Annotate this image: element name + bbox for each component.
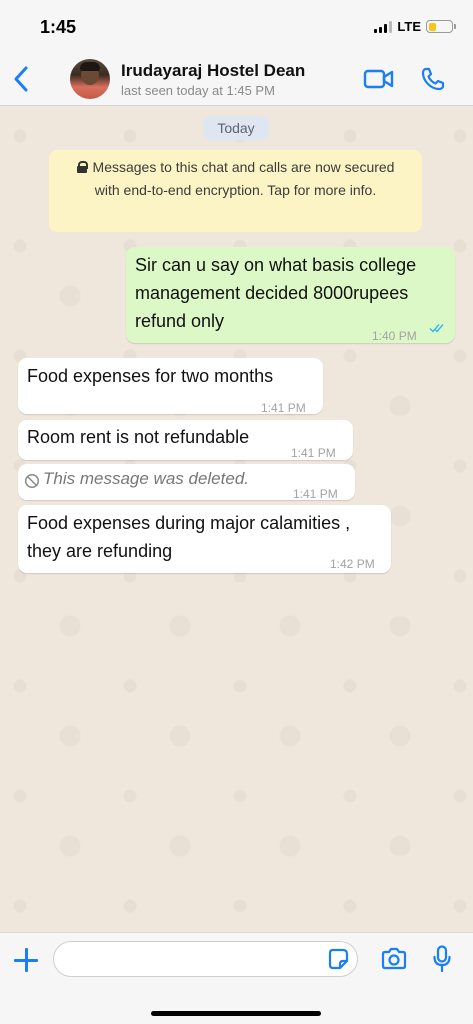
status-bar: 1:45 LTE [0, 0, 473, 52]
encryption-notice[interactable]: Messages to this chat and calls are now … [49, 150, 422, 232]
contact-avatar[interactable] [70, 59, 110, 99]
message-bubble-incoming[interactable]: Room rent is not refundable 1:41 PM [18, 420, 353, 460]
message-bubble-incoming[interactable]: Food expenses for two months 1:41 PM [18, 358, 323, 415]
message-time: 1:41 PM [261, 401, 306, 415]
status-time: 1:45 [40, 17, 77, 37]
chat-header: Irudayaraj Hostel Dean last seen today a… [0, 52, 473, 106]
message-text: Food expenses for two months [27, 366, 274, 386]
message-time: 1:42 PM [330, 557, 375, 571]
message-bubble-deleted[interactable]: This message was deleted. 1:41 PM [18, 464, 355, 501]
microphone-button[interactable] [432, 945, 452, 973]
message-time: 1:40 PM [372, 329, 417, 343]
message-text: This message was deleted. [43, 469, 249, 488]
last-seen-status: last seen today at 1:45 PM [121, 83, 275, 98]
camera-icon [381, 947, 407, 970]
battery-icon [426, 20, 456, 33]
video-camera-icon [363, 69, 394, 89]
date-chip: Today [203, 116, 269, 140]
sticker-button[interactable] [327, 948, 349, 970]
message-text: Room rent is not refundable [27, 427, 250, 447]
chat-area[interactable]: Today Messages to this chat and calls ar… [0, 106, 473, 932]
phone-icon [421, 67, 445, 91]
message-time: 1:41 PM [291, 446, 336, 460]
encryption-notice-text: Messages to this chat and calls are now … [92, 159, 395, 198]
home-indicator[interactable] [151, 1011, 321, 1016]
signal-strength-icon [374, 20, 393, 33]
message-bubble-incoming[interactable]: Food expenses during major calamities , … [18, 505, 391, 573]
chevron-left-icon [14, 66, 28, 92]
deleted-icon [24, 473, 40, 489]
status-indicators: LTE [374, 19, 456, 34]
lock-icon [76, 161, 88, 173]
message-bubble-outgoing[interactable]: Sir can u say on what basis college mana… [126, 247, 455, 343]
composer-bar [0, 932, 473, 1024]
voice-call-button[interactable] [420, 66, 446, 92]
back-button[interactable] [10, 64, 34, 94]
double-check-icon [429, 324, 444, 333]
microphone-icon [433, 945, 451, 973]
video-call-button[interactable] [363, 67, 395, 91]
message-input[interactable] [53, 941, 358, 977]
attach-button[interactable] [14, 948, 38, 972]
contact-name[interactable]: Irudayaraj Hostel Dean [121, 61, 305, 81]
network-type: LTE [397, 19, 421, 34]
camera-button[interactable] [380, 947, 408, 971]
sticker-icon [328, 948, 349, 970]
message-time: 1:41 PM [293, 487, 338, 501]
